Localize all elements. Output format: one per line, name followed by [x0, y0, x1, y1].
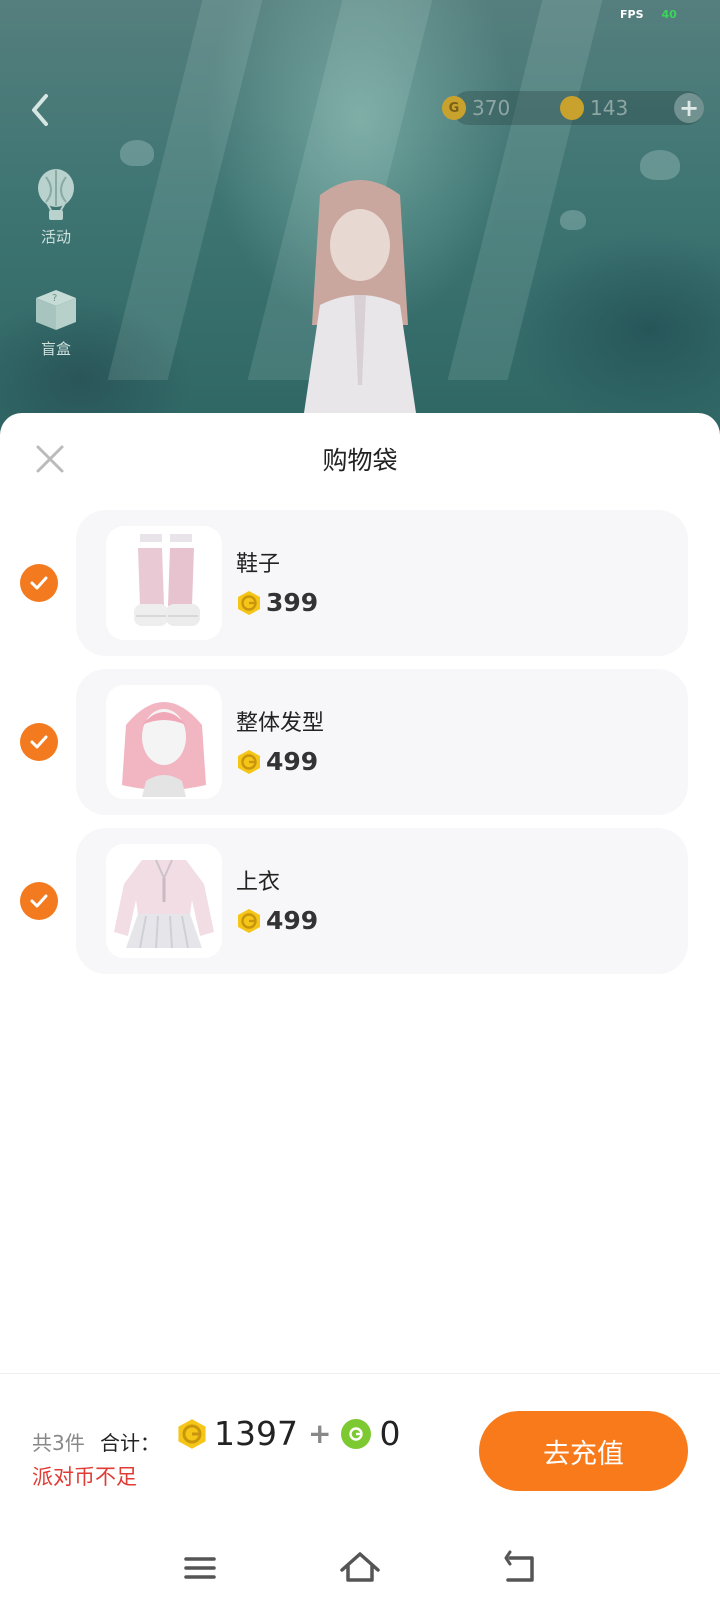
insufficient-warning: 派对币不足 [32, 1465, 137, 1489]
recharge-button[interactable]: 去充值 [479, 1411, 688, 1491]
currency-diamond: 143 [560, 91, 628, 125]
shoes-thumbnail [106, 526, 222, 640]
home-button[interactable] [336, 1548, 384, 1588]
gold-coin-icon [238, 590, 260, 615]
gold-coin-icon: G [442, 96, 466, 120]
plus-sign: + [307, 1417, 332, 1450]
gold-coin-icon [238, 749, 260, 774]
item-name: 鞋子 [236, 552, 281, 577]
footer-divider [0, 1373, 720, 1374]
price-value: 499 [266, 906, 319, 935]
checkmark-icon [30, 735, 48, 749]
back-arrow-icon [504, 1550, 534, 1582]
cart-item-card[interactable]: 鞋子 399 [76, 510, 688, 656]
hot-air-balloon-icon [38, 169, 74, 220]
fps-label: FPS [620, 8, 644, 21]
item-name: 上衣 [236, 870, 281, 895]
total-amount: 1397 + 0 [176, 1414, 400, 1453]
cart-item-card[interactable]: 上衣 499 [76, 828, 688, 974]
item-price: 499 [236, 747, 318, 776]
hairstyle-thumbnail [106, 685, 222, 799]
item-checkbox[interactable] [20, 882, 58, 920]
item-checkbox[interactable] [20, 723, 58, 761]
cart-item-row: 整体发型 499 [0, 669, 720, 815]
checkmark-icon [30, 894, 48, 908]
svg-text:?: ? [52, 293, 57, 304]
party-coin-icon [341, 1418, 372, 1449]
home-icon [340, 1552, 380, 1582]
side-menu-label: 盲盒 [40, 340, 71, 358]
fps-value: 40 [661, 8, 677, 21]
fps-counter: FPS 40 [620, 8, 677, 21]
menu-button[interactable] [176, 1548, 224, 1588]
side-menu-activity[interactable]: 活动 [24, 168, 88, 247]
item-price: 399 [236, 588, 318, 617]
item-price: 499 [236, 906, 318, 935]
cart-item-row: 上衣 499 [0, 828, 720, 974]
gold-coin-icon [560, 96, 584, 120]
back-button[interactable] [22, 90, 62, 130]
side-menu-blindbox[interactable]: ? 盲盒 [24, 284, 88, 359]
total-label: 合计： [100, 1431, 160, 1455]
checkmark-icon [30, 576, 48, 590]
price-value: 399 [266, 588, 319, 617]
cart-item-row: 鞋子 399 [0, 510, 720, 656]
back-nav-button[interactable] [496, 1548, 544, 1588]
gift-box-icon: ? [36, 290, 76, 330]
price-value: 499 [266, 747, 319, 776]
character-avatar [300, 180, 420, 440]
add-currency-button[interactable]: + [674, 93, 704, 123]
item-name: 整体发型 [236, 711, 325, 736]
gold-amount: 370 [472, 96, 511, 120]
chevron-left-icon [32, 94, 48, 126]
coin-amount: 143 [590, 96, 629, 120]
gold-coin-icon [238, 908, 260, 933]
item-count: 共3件 [32, 1431, 85, 1455]
currency-gold: G 370 [442, 91, 510, 125]
item-checkbox[interactable] [20, 564, 58, 602]
cart-item-card[interactable]: 整体发型 499 [76, 669, 688, 815]
gold-coin-icon [178, 1418, 206, 1449]
side-menu-label: 活动 [40, 228, 71, 246]
currency-bar: G 370 143 [442, 91, 704, 125]
top-thumbnail [106, 844, 222, 958]
menu-icon [184, 1557, 216, 1579]
game-background: FPS 40 G 370 143 + 活动 ? 盲盒 [0, 0, 720, 440]
sheet-title: 购物袋 [322, 446, 398, 475]
total-party-coins: 0 [379, 1414, 401, 1453]
total-coins: 1397 [214, 1414, 298, 1453]
